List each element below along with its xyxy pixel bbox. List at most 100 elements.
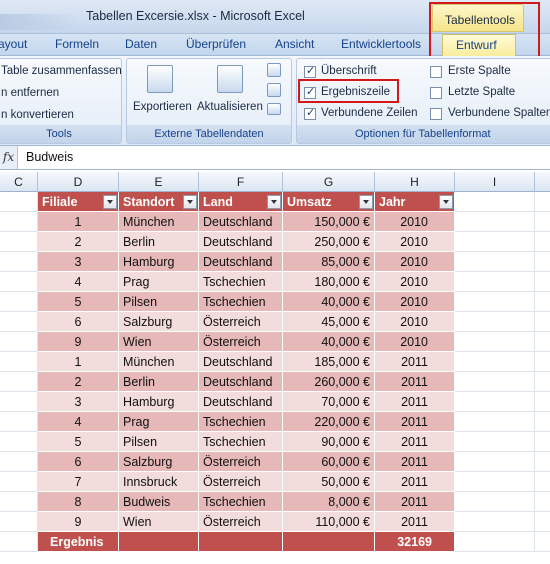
- header-row-checkbox[interactable]: [304, 64, 316, 78]
- cell[interactable]: [0, 372, 38, 392]
- cell-umsatz[interactable]: 185,000 €: [283, 352, 375, 372]
- cell-umsatz[interactable]: 40,000 €: [283, 332, 375, 352]
- cell-filiale[interactable]: 8: [38, 492, 119, 512]
- cell-filiale[interactable]: 2: [38, 372, 119, 392]
- column-header-h[interactable]: H: [375, 172, 455, 192]
- cell[interactable]: [455, 392, 535, 412]
- cell-filiale[interactable]: 6: [38, 452, 119, 472]
- tab-entwicklertools[interactable]: Entwicklertools: [341, 37, 421, 51]
- cell[interactable]: [535, 212, 550, 232]
- cell[interactable]: [535, 352, 550, 372]
- cell-land[interactable]: Österreich: [199, 452, 283, 472]
- cell[interactable]: [535, 292, 550, 312]
- open-in-browser-icon[interactable]: [267, 83, 281, 97]
- cell[interactable]: [0, 232, 38, 252]
- cell[interactable]: [535, 392, 550, 412]
- cell-land[interactable]: Deutschland: [199, 252, 283, 272]
- cell[interactable]: [455, 452, 535, 472]
- convert-to-range-button[interactable]: n konvertieren: [1, 109, 74, 121]
- cell[interactable]: [455, 432, 535, 452]
- cell-filiale[interactable]: 7: [38, 472, 119, 492]
- cell-standort[interactable]: Budweis: [119, 492, 199, 512]
- header-cell-standort[interactable]: Standort: [119, 192, 199, 212]
- refresh-icon[interactable]: [217, 65, 243, 93]
- cell[interactable]: [455, 232, 535, 252]
- cell-land[interactable]: Deutschland: [199, 392, 283, 412]
- filter-dropdown-icon[interactable]: [439, 195, 453, 209]
- cell[interactable]: [455, 412, 535, 432]
- cell-umsatz[interactable]: 85,000 €: [283, 252, 375, 272]
- header-cell-filiale[interactable]: Filiale: [38, 192, 119, 212]
- cell[interactable]: [535, 532, 550, 552]
- tab-formeln[interactable]: Formeln: [55, 37, 99, 51]
- last-column-checkbox[interactable]: [430, 87, 442, 99]
- cell-filiale[interactable]: 1: [38, 212, 119, 232]
- total-label-cell[interactable]: Ergebnis: [38, 532, 119, 552]
- cell[interactable]: [0, 452, 38, 472]
- cell[interactable]: [0, 312, 38, 332]
- tab-daten[interactable]: Daten: [125, 37, 157, 51]
- cell-standort[interactable]: Hamburg: [119, 392, 199, 412]
- cell[interactable]: [455, 312, 535, 332]
- cell-umsatz[interactable]: 180,000 €: [283, 272, 375, 292]
- first-column-checkbox[interactable]: [430, 66, 442, 78]
- cell-jahr[interactable]: 2010: [375, 312, 455, 332]
- column-header-j[interactable]: [535, 172, 550, 192]
- cell[interactable]: [535, 332, 550, 352]
- cell-umsatz[interactable]: 90,000 €: [283, 432, 375, 452]
- cell-umsatz[interactable]: 8,000 €: [283, 492, 375, 512]
- cell-land[interactable]: Österreich: [199, 472, 283, 492]
- cell[interactable]: [0, 252, 38, 272]
- cell[interactable]: [0, 272, 38, 292]
- cell[interactable]: [535, 512, 550, 532]
- cell-jahr[interactable]: 2010: [375, 212, 455, 232]
- cell-jahr[interactable]: 2011: [375, 492, 455, 512]
- cell-standort[interactable]: Salzburg: [119, 452, 199, 472]
- cell-standort[interactable]: Wien: [119, 512, 199, 532]
- cell-umsatz[interactable]: 40,000 €: [283, 292, 375, 312]
- cell[interactable]: [455, 212, 535, 232]
- cell-filiale[interactable]: 2: [38, 232, 119, 252]
- cell-umsatz[interactable]: 250,000 €: [283, 232, 375, 252]
- cell[interactable]: [0, 212, 38, 232]
- column-header-i[interactable]: I: [455, 172, 535, 192]
- column-header-g[interactable]: G: [283, 172, 375, 192]
- cell[interactable]: [0, 512, 38, 532]
- banded-rows-checkbox[interactable]: [304, 106, 316, 120]
- cell[interactable]: [535, 472, 550, 492]
- cell-jahr[interactable]: 2011: [375, 392, 455, 412]
- cell[interactable]: [535, 432, 550, 452]
- cell-standort[interactable]: Wien: [119, 332, 199, 352]
- filter-dropdown-icon[interactable]: [103, 195, 117, 209]
- column-header-c[interactable]: C: [0, 172, 38, 192]
- cell-umsatz[interactable]: 70,000 €: [283, 392, 375, 412]
- cell-standort[interactable]: Pilsen: [119, 292, 199, 312]
- cell-jahr[interactable]: 2010: [375, 252, 455, 272]
- cell[interactable]: [535, 252, 550, 272]
- cell[interactable]: [455, 192, 535, 212]
- cell-land[interactable]: Deutschland: [199, 212, 283, 232]
- cell-filiale[interactable]: 6: [38, 312, 119, 332]
- cell-filiale[interactable]: 4: [38, 272, 119, 292]
- filter-dropdown-icon[interactable]: [359, 195, 373, 209]
- cell[interactable]: [455, 352, 535, 372]
- cell-land[interactable]: Deutschland: [199, 232, 283, 252]
- cell[interactable]: [535, 412, 550, 432]
- banded-columns-checkbox[interactable]: [430, 108, 442, 120]
- cell-filiale[interactable]: 9: [38, 512, 119, 532]
- cell[interactable]: [199, 532, 283, 552]
- cell-jahr[interactable]: 2011: [375, 472, 455, 492]
- export-button[interactable]: Exportieren: [133, 101, 192, 113]
- filter-dropdown-icon[interactable]: [267, 195, 281, 209]
- cell-jahr[interactable]: 2010: [375, 292, 455, 312]
- cell-standort[interactable]: Berlin: [119, 232, 199, 252]
- cell[interactable]: [0, 412, 38, 432]
- cell[interactable]: [455, 252, 535, 272]
- cell-filiale[interactable]: 9: [38, 332, 119, 352]
- cell[interactable]: [535, 272, 550, 292]
- cell[interactable]: [535, 452, 550, 472]
- cell[interactable]: [535, 492, 550, 512]
- cell-filiale[interactable]: 5: [38, 432, 119, 452]
- cell[interactable]: [455, 512, 535, 532]
- export-icon[interactable]: [147, 65, 173, 93]
